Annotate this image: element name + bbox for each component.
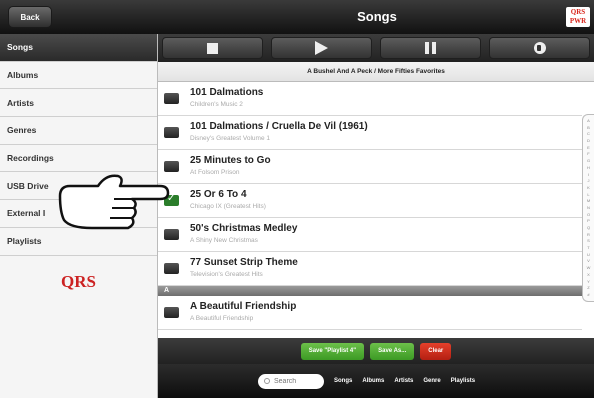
song-row[interactable]: 101 Dalmations / Cruella De Vil (1961) D… (158, 116, 582, 150)
alphabet-index-letter[interactable]: O (587, 212, 590, 217)
alphabet-index-letter[interactable]: H (587, 165, 590, 170)
alphabet-index-letter[interactable]: M (587, 199, 590, 203)
song-album: A Shiny New Christmas (190, 237, 258, 244)
alphabet-index-letter[interactable]: # (587, 292, 589, 297)
alphabet-index-letter[interactable]: K (587, 185, 590, 190)
pause-button[interactable] (380, 37, 481, 59)
song-checkbox[interactable] (164, 127, 179, 138)
transport-controls (158, 34, 594, 62)
song-row[interactable]: 25 Minutes to Go At Folsom Prison (158, 150, 582, 184)
sidebar-item-artists[interactable]: Artists (0, 89, 157, 118)
tab-playlists[interactable]: Playlists (451, 378, 475, 384)
alphabet-index-letter[interactable]: Q (587, 226, 590, 230)
tab-songs[interactable]: Songs (334, 378, 352, 384)
song-album: Children's Music 2 (190, 101, 243, 108)
song-row[interactable]: 77 Sunset Strip Theme Television's Great… (158, 252, 582, 286)
alphabet-index-letter[interactable]: C (587, 132, 590, 136)
song-album: Chicago IX (Greatest Hits) (190, 203, 266, 210)
alphabet-index-letter[interactable]: U (587, 252, 590, 257)
volume-icon (533, 42, 546, 54)
alphabet-index-letter[interactable]: E (587, 145, 590, 150)
song-row[interactable]: 25 Or 6 To 4 Chicago IX (Greatest Hits) (158, 184, 582, 218)
song-title: 101 Dalmations / Cruella De Vil (1961) (190, 121, 368, 132)
song-title: A Beautiful Friendship (190, 301, 297, 312)
alphabet-index-letter[interactable]: T (587, 246, 589, 250)
alphabet-index-letter[interactable]: R (587, 232, 590, 237)
sidebar-item-genres[interactable]: Genres (0, 117, 157, 145)
song-title: 50's Christmas Medley (190, 223, 298, 234)
stop-button[interactable] (162, 37, 263, 59)
page-title: Songs (357, 9, 397, 24)
song-row[interactable]: A Beautiful Friendship A Beautiful Frien… (158, 296, 582, 330)
sidebar-item-albums[interactable]: Albums (0, 62, 157, 90)
top-bar: Back Songs QRS PWR (0, 0, 594, 34)
search-icon (264, 378, 270, 384)
song-album: At Folsom Prison (190, 169, 240, 176)
song-album: Television's Greatest Hits (190, 271, 263, 278)
save-playlist-button[interactable]: Save "Playlist 4" (300, 342, 365, 360)
alphabet-index-letter[interactable]: V (587, 259, 590, 263)
song-checkbox[interactable] (164, 307, 179, 318)
alphabet-index-letter[interactable]: W (587, 266, 591, 270)
alphabet-index-letter[interactable]: B (587, 125, 590, 130)
pause-icon (425, 42, 436, 54)
song-list: 101 Dalmations Children's Music 2 101 Da… (158, 82, 582, 338)
clear-button[interactable]: Clear (420, 342, 452, 360)
play-button[interactable] (271, 37, 372, 59)
alphabet-index-letter[interactable]: Y (587, 279, 590, 284)
alphabet-index-letter[interactable]: G (587, 159, 590, 163)
tab-artists[interactable]: Artists (394, 378, 413, 384)
alphabet-index[interactable]: A B C D E F G H I J K L M N O P Q R S T U V W X Y Z # (582, 114, 594, 302)
back-button[interactable]: Back (8, 6, 52, 28)
alphabet-index-letter[interactable]: I (588, 172, 589, 177)
alphabet-index-letter[interactable]: Z (587, 286, 589, 290)
song-title: 25 Or 6 To 4 (190, 189, 247, 200)
pointing-hand-icon (58, 174, 170, 230)
alphabet-index-letter[interactable]: F (587, 152, 589, 156)
now-playing-label: A Bushel And A Peck / More Fifties Favor… (158, 62, 594, 82)
volume-button[interactable] (489, 37, 590, 59)
song-album: Disney's Greatest Volume 1 (190, 135, 270, 142)
song-title: 25 Minutes to Go (190, 155, 271, 166)
save-as-button[interactable]: Save As... (370, 342, 415, 360)
sidebar-item-songs[interactable]: Songs (0, 34, 157, 62)
bottom-tab-bar: Songs Albums Artists Genre Playlists (158, 364, 594, 398)
song-row[interactable]: 101 Dalmations Children's Music 2 (158, 82, 582, 116)
song-title: 101 Dalmations (190, 87, 264, 98)
song-checkbox[interactable] (164, 93, 179, 104)
tab-genre[interactable]: Genre (423, 378, 440, 384)
song-checkbox[interactable] (164, 263, 179, 274)
alphabet-index-letter[interactable]: J (588, 179, 590, 183)
search-input[interactable] (274, 377, 320, 385)
stop-icon (207, 42, 218, 54)
qrs-pwr-logo: QRS PWR (566, 7, 590, 27)
qrs-logo: QRS (61, 271, 96, 291)
alphabet-index-letter[interactable]: A (587, 119, 590, 123)
play-icon (315, 41, 328, 55)
tab-albums[interactable]: Albums (362, 378, 384, 384)
alphabet-index-letter[interactable]: X (587, 272, 590, 277)
alphabet-index-letter[interactable]: P (587, 219, 590, 223)
song-row[interactable]: 50's Christmas Medley A Shiny New Christ… (158, 218, 582, 252)
alphabet-index-letter[interactable]: N (587, 205, 590, 210)
search-box[interactable] (258, 373, 324, 389)
action-bar: Save "Playlist 4" Save As... Clear (158, 338, 594, 364)
song-title: 77 Sunset Strip Theme (190, 257, 298, 268)
section-header: A (158, 286, 582, 296)
alphabet-index-letter[interactable]: D (587, 139, 590, 143)
alphabet-index-letter[interactable]: L (587, 192, 589, 197)
song-album: A Beautiful Friendship (190, 315, 254, 322)
alphabet-index-letter[interactable]: S (587, 239, 590, 243)
